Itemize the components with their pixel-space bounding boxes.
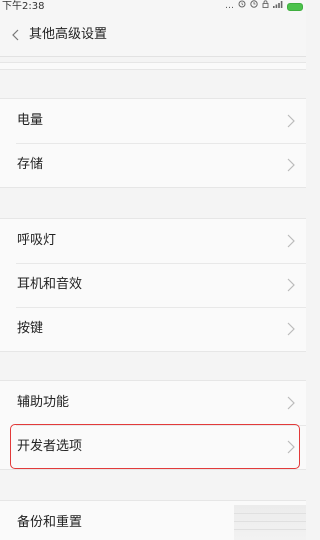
highlight-box (10, 424, 300, 469)
list-item-breathing-light[interactable]: 呼吸灯 (0, 219, 306, 263)
chevron-right-icon (287, 278, 295, 292)
chevron-left-icon[interactable] (8, 13, 22, 56)
page-title: 其他高级设置 (29, 27, 108, 42)
alarm-icon (238, 0, 246, 13)
list-item-battery[interactable]: 电量 (0, 99, 306, 143)
screen: 下午2:38 … 其他高级设置 电量 存储 呼吸灯 耳机和音效 按键 辅助功能 … (0, 0, 306, 540)
settings-section-2: 呼吸灯 耳机和音效 按键 (0, 218, 306, 352)
settings-section-0 (0, 62, 306, 70)
list-item-headphones-audio[interactable]: 耳机和音效 (0, 263, 306, 307)
lock-icon (262, 0, 269, 13)
status-time: 下午2:38 (2, 1, 45, 12)
chevron-right-icon (287, 114, 295, 128)
list-item-accessibility[interactable]: 辅助功能 (0, 381, 306, 425)
battery-icon (287, 2, 303, 11)
list-item-label: 存储 (17, 157, 44, 172)
list-item-label: 备份和重置 (17, 515, 83, 530)
list-item-label: 电量 (17, 113, 44, 128)
list-item-storage[interactable]: 存储 (0, 143, 306, 187)
chevron-right-icon (287, 396, 295, 410)
clock-icon (250, 0, 258, 13)
chevron-right-icon (287, 158, 295, 172)
header: 其他高级设置 (0, 13, 306, 57)
list-item-label: 呼吸灯 (17, 233, 57, 248)
chevron-right-icon (287, 322, 295, 336)
list-item (0, 63, 306, 69)
settings-section-1: 电量 存储 (0, 98, 306, 188)
list-item-buttons[interactable]: 按键 (0, 307, 306, 351)
list-item-label: 耳机和音效 (17, 277, 83, 292)
status-bar: 下午2:38 … (0, 0, 306, 13)
signal-icon (273, 0, 283, 13)
list-item-label: 按键 (17, 321, 44, 336)
chevron-right-icon (287, 234, 295, 248)
list-item-label: 辅助功能 (17, 395, 70, 410)
watermark-overlay (234, 505, 306, 540)
status-icons: … (225, 0, 303, 13)
more-dots-icon: … (225, 1, 234, 11)
